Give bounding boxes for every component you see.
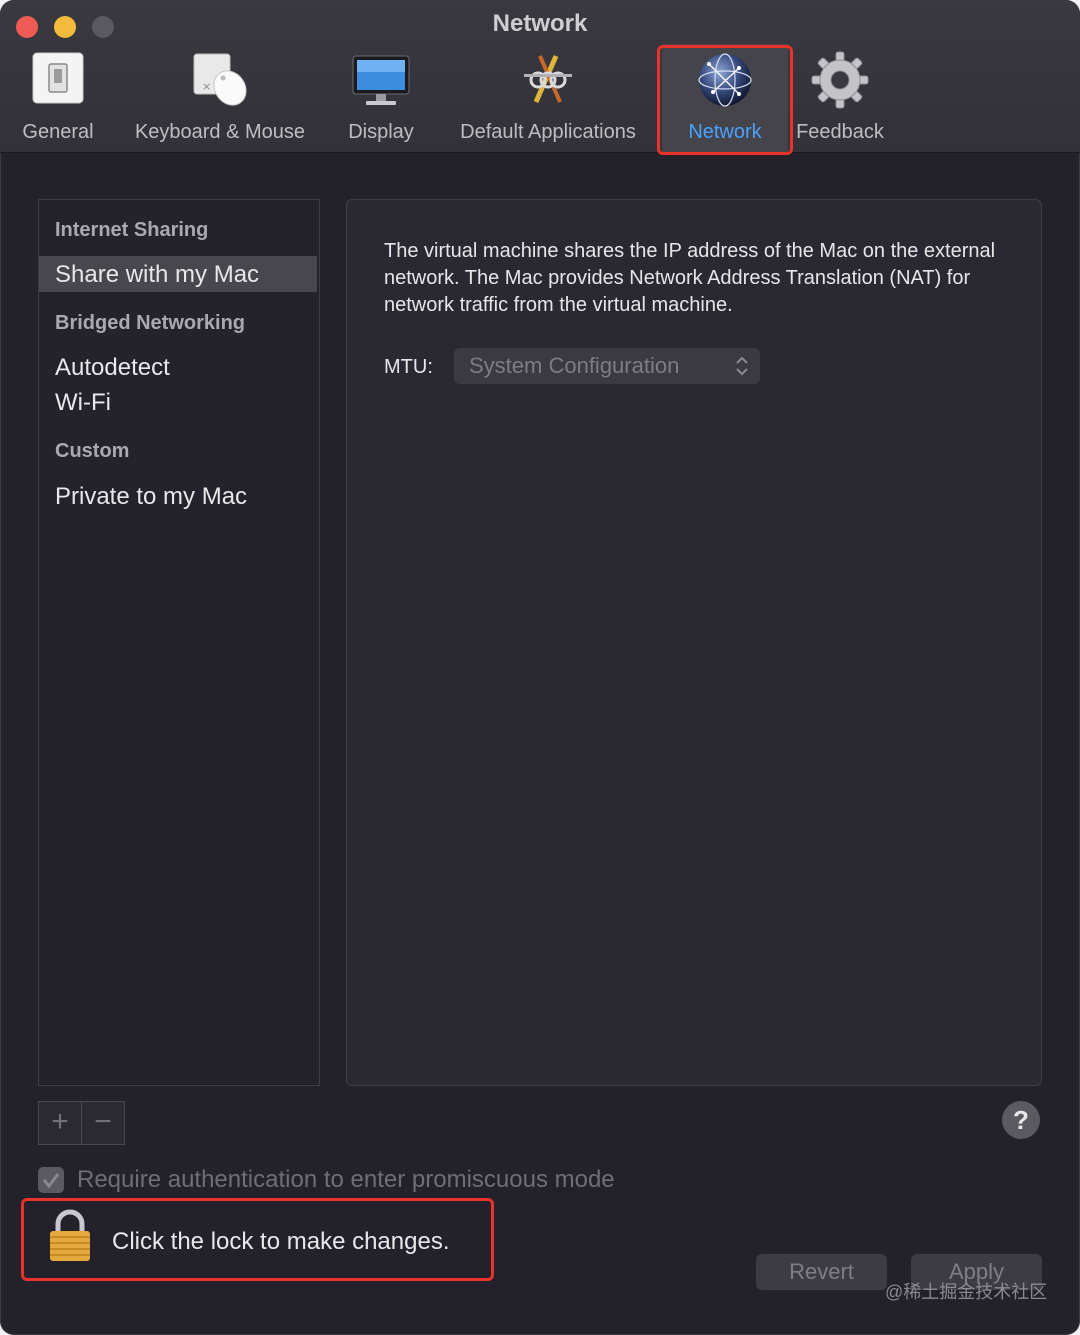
gear-feedback-icon: [810, 50, 870, 115]
toolbar-item-network[interactable]: Network: [662, 44, 788, 152]
sidebar-item-wifi[interactable]: Wi-Fi: [55, 389, 111, 417]
keyboard-mouse-icon: ×: [188, 50, 252, 115]
toolbar-item-general[interactable]: General: [8, 44, 108, 152]
network-sidebar: Internet Sharing Share with my Mac Bridg…: [38, 199, 320, 1086]
sidebar-item-private-to-my-mac[interactable]: Private to my Mac: [55, 483, 247, 511]
general-switch-icon: [30, 50, 86, 111]
remove-network-button[interactable]: −: [81, 1101, 125, 1145]
help-button[interactable]: ?: [1002, 1101, 1040, 1139]
toolbar: Network General × Keyboard & Mouse Displ…: [0, 0, 1080, 153]
toolbar-label-network: Network: [688, 121, 762, 143]
sidebar-header-bridged-networking: Bridged Networking: [55, 312, 246, 334]
sidebar-item-autodetect[interactable]: Autodetect: [55, 354, 170, 382]
toolbar-item-display[interactable]: Display: [336, 44, 426, 152]
toolbar-item-feedback[interactable]: Feedback: [790, 44, 890, 152]
window-title: Network: [492, 10, 588, 37]
sidebar-item-share-with-my-mac[interactable]: Share with my Mac: [55, 261, 259, 289]
sidebar-header-internet-sharing: Internet Sharing: [55, 219, 209, 241]
display-monitor-icon: [350, 50, 412, 115]
watermark-text: @稀土掘金技术社区: [885, 1282, 1048, 1302]
toolbar-item-keyboard-mouse[interactable]: × Keyboard & Mouse: [120, 44, 320, 152]
mtu-select[interactable]: System Configuration: [454, 348, 760, 384]
toolbar-label-keyboard-mouse: Keyboard & Mouse: [134, 121, 306, 143]
svg-text:×: ×: [202, 80, 211, 93]
lock-status-text[interactable]: Click the lock to make changes.: [112, 1228, 450, 1256]
toolbar-label-feedback: Feedback: [796, 121, 884, 143]
preferences-window: Network General × Keyboard & Mouse Displ…: [0, 0, 1080, 1335]
toolbar-label-display: Display: [348, 121, 414, 143]
sidebar-header-custom: Custom: [55, 440, 130, 462]
mtu-select-value: System Configuration: [469, 353, 680, 378]
toolbar-item-default-applications[interactable]: Default Applications: [442, 44, 654, 152]
add-network-button[interactable]: +: [38, 1101, 82, 1145]
revert-button[interactable]: Revert: [756, 1254, 887, 1290]
network-mode-description: The virtual machine shares the IP addres…: [384, 240, 996, 316]
require-auth-label: Require authentication to enter promiscu…: [77, 1166, 615, 1193]
toolbar-label-general: General: [22, 121, 94, 143]
checkmark-icon: [42, 1173, 60, 1189]
toolbar-label-default-applications: Default Applications: [460, 121, 636, 143]
mtu-label: MTU:: [384, 356, 433, 378]
network-settings-panel: The virtual machine shares the IP addres…: [346, 199, 1042, 1086]
lock-icon[interactable]: [46, 1208, 94, 1269]
require-auth-checkbox[interactable]: [38, 1167, 64, 1193]
network-globe-icon: [695, 50, 755, 115]
default-applications-icon: [516, 50, 580, 115]
updown-chevron-icon: [734, 355, 750, 382]
